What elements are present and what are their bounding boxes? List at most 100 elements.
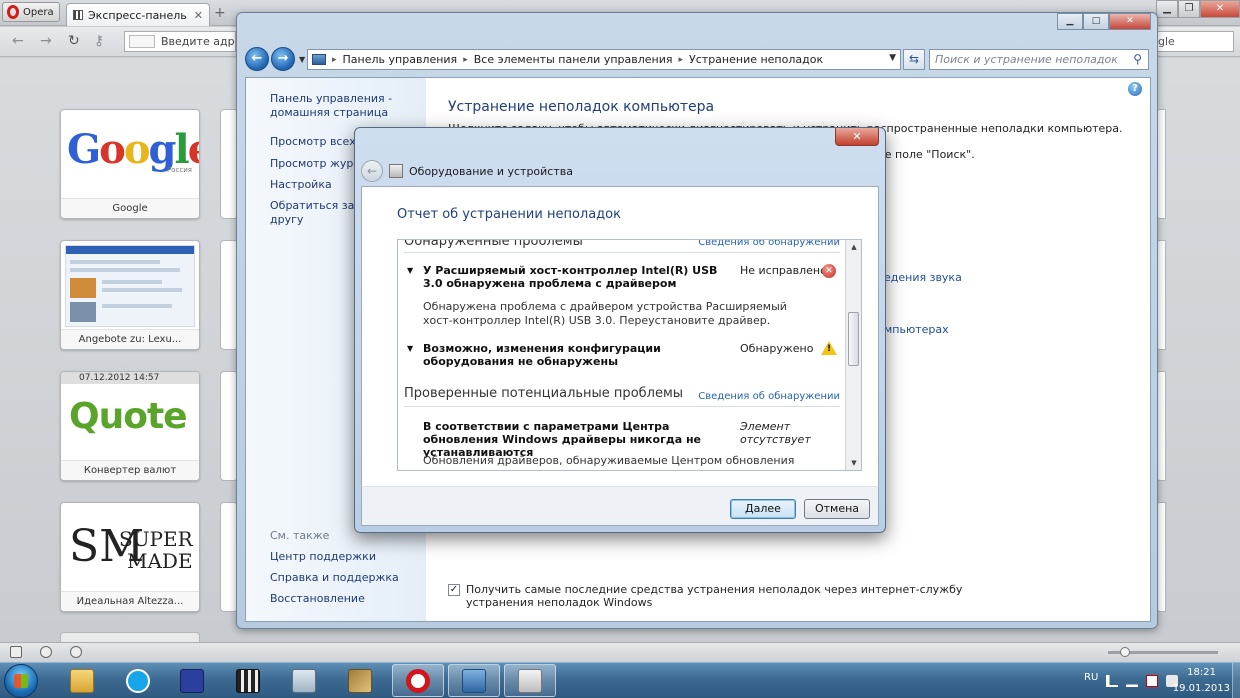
sidebar-item-help[interactable]: Справка и поддержка <box>270 571 399 585</box>
issue-title[interactable]: Возможно, изменения конфигурации оборудо… <box>423 342 723 368</box>
taskbar-app[interactable] <box>334 664 386 697</box>
close-icon[interactable]: ✕ <box>1109 13 1151 30</box>
site-icon <box>129 35 155 48</box>
skype-icon <box>126 668 150 693</box>
back-button[interactable]: ← <box>361 160 383 182</box>
breadcrumb-item[interactable]: Панель управления <box>343 53 458 66</box>
page-thumbnail <box>65 245 195 327</box>
grid-icon <box>73 10 83 20</box>
scrollbar[interactable]: ▲ ▼ <box>845 240 861 470</box>
taskbar-opera[interactable] <box>392 664 444 697</box>
history-dropdown-icon[interactable]: ▼ <box>299 55 305 64</box>
section-title-found: Обнаруженные проблемы <box>404 239 583 249</box>
windows-logo-icon <box>14 674 28 688</box>
opera-menu-button[interactable]: Opera <box>2 2 60 22</box>
supermade-line1: SUPER <box>119 527 193 551</box>
sidebar-item-view-all[interactable]: Просмотр всех к <box>270 135 356 149</box>
expand-icon[interactable]: ▼ <box>407 266 413 275</box>
thumbnail-date: 07.12.2012 14:57 <box>61 372 199 384</box>
sidebar-item-home[interactable]: Панель управления - <box>270 92 392 106</box>
forward-arrow-icon[interactable]: → <box>40 33 52 49</box>
speed-dial-caption: Angebote zu: Lexu... <box>61 329 199 349</box>
taskbar-calculator[interactable] <box>278 664 330 697</box>
breadcrumb-item[interactable]: Все элементы панели управления <box>474 53 673 66</box>
sidebar-item-settings[interactable]: Настройка <box>270 178 332 192</box>
search-icon[interactable]: ⚲ <box>1133 50 1142 69</box>
folder-icon <box>70 668 94 693</box>
arrow-up-icon[interactable] <box>1106 675 1118 687</box>
speed-dial-caption: Идеальная Altezza... <box>61 591 199 611</box>
calculator-icon <box>292 668 316 693</box>
turbo-icon[interactable] <box>70 646 82 658</box>
speed-dial-google[interactable]: Google Россия Google <box>60 109 200 219</box>
clock-time[interactable]: 18:21 <box>1187 667 1216 678</box>
search-input[interactable]: Поиск и устранение неполадок ⚲ <box>929 49 1149 70</box>
online-troubleshooting-checkbox[interactable]: ✓ <box>448 584 460 596</box>
search-input[interactable]: gle <box>1154 31 1234 52</box>
issue-status-line: Элемент <box>740 420 791 433</box>
speed-dial-supermade[interactable]: SM SUPER MADE Идеальная Altezza... <box>60 502 200 612</box>
scroll-down-icon[interactable]: ▼ <box>846 456 861 470</box>
detection-details-link[interactable]: Сведения об обнаружении <box>698 240 840 248</box>
restore-icon[interactable]: ❐ <box>1178 0 1200 18</box>
minimize-icon[interactable]: ▁ <box>1057 13 1083 30</box>
taskbar-video-app[interactable] <box>222 664 274 697</box>
next-button[interactable]: Далее <box>730 499 796 519</box>
chevron-down-icon[interactable]: ▼ <box>889 53 896 63</box>
maximize-icon[interactable]: □ <box>1083 13 1109 30</box>
refresh-button[interactable]: ⇆ <box>903 49 925 70</box>
taskbar-explorer[interactable] <box>56 664 108 697</box>
zoom-slider-handle[interactable] <box>1120 647 1130 657</box>
taskbar-save-app[interactable] <box>166 664 218 697</box>
issue-title[interactable]: У Расширяемый хост-контроллер Intel(R) U… <box>423 264 723 290</box>
taskbar-control-panel[interactable] <box>448 664 500 697</box>
show-desktop-button[interactable] <box>1232 663 1240 698</box>
reload-icon[interactable]: ↻ <box>68 33 80 49</box>
sidebar-item-recovery[interactable]: Восстановление <box>270 592 365 606</box>
sidebar-item-action-center[interactable]: Центр поддержки <box>270 550 376 564</box>
sidebar-item-ask-friend[interactable]: другу <box>270 213 303 227</box>
breadcrumb[interactable]: ▸ Панель управления ▸ Все элементы панел… <box>307 49 901 70</box>
flag-alert-icon[interactable] <box>1146 675 1158 687</box>
clock-date[interactable]: 19.01.2013 <box>1173 683 1230 694</box>
link-computers[interactable]: мпьютерах <box>884 323 949 336</box>
breadcrumb-item[interactable]: Устранение неполадок <box>689 53 823 66</box>
dialog-title: Отчет об устранении неполадок <box>397 207 621 222</box>
tab-close-icon[interactable]: ✕ <box>194 9 209 22</box>
tab-speed-dial[interactable]: Экспресс-панель ✕ <box>66 3 210 26</box>
panel-icon[interactable] <box>10 646 22 658</box>
taskbar-troubleshooter[interactable] <box>504 664 556 697</box>
language-indicator[interactable]: RU <box>1084 672 1098 683</box>
search-placeholder: Поиск и устранение неполадок <box>935 53 1118 66</box>
window-controls: ▁ □ ✕ <box>1057 13 1151 30</box>
sidebar-item-ask-friend[interactable]: Обратиться за по <box>270 199 356 213</box>
start-button[interactable] <box>4 664 38 698</box>
minimize-icon[interactable]: ▁ <box>1156 0 1178 18</box>
address-placeholder: Введите адрес <box>161 35 235 48</box>
close-icon[interactable]: ✕ <box>835 128 879 146</box>
floppy-icon <box>180 668 204 693</box>
sidebar-item-history[interactable]: Просмотр журна <box>270 157 356 171</box>
back-arrow-icon[interactable]: ← <box>12 33 24 49</box>
link-sound[interactable]: едения звука <box>884 271 962 284</box>
dialog-header: ← Оборудование и устройства <box>361 158 879 184</box>
close-icon[interactable]: ✕ <box>1200 0 1240 18</box>
taskbar-skype[interactable] <box>112 664 164 697</box>
speed-dial-quote[interactable]: 07.12.2012 14:57 Quote Конвертер валют <box>60 371 200 481</box>
issue-description: Обновления драйверов, обнаруживаемые Цен… <box>423 454 795 470</box>
network-icon[interactable] <box>1126 675 1138 687</box>
sidebar-item-home[interactable]: домашняя страница <box>270 106 388 120</box>
new-tab-icon[interactable]: + <box>214 5 226 21</box>
address-input[interactable]: Введите адрес <box>124 31 236 52</box>
cancel-button[interactable]: Отмена <box>804 499 870 519</box>
expand-icon[interactable]: ▼ <box>407 344 413 353</box>
cloud-icon[interactable] <box>40 646 52 658</box>
detection-details-link[interactable]: Сведения об обнаружении <box>698 391 840 402</box>
forward-button[interactable]: → <box>271 47 295 71</box>
scroll-up-icon[interactable]: ▲ <box>846 240 861 254</box>
back-button[interactable]: ← <box>245 47 269 71</box>
scrollbar-thumb[interactable] <box>848 312 859 366</box>
help-icon[interactable]: ? <box>1128 82 1142 96</box>
key-icon[interactable]: ⚷ <box>94 33 104 49</box>
speed-dial-lexus[interactable]: Angebote zu: Lexu... <box>60 240 200 350</box>
